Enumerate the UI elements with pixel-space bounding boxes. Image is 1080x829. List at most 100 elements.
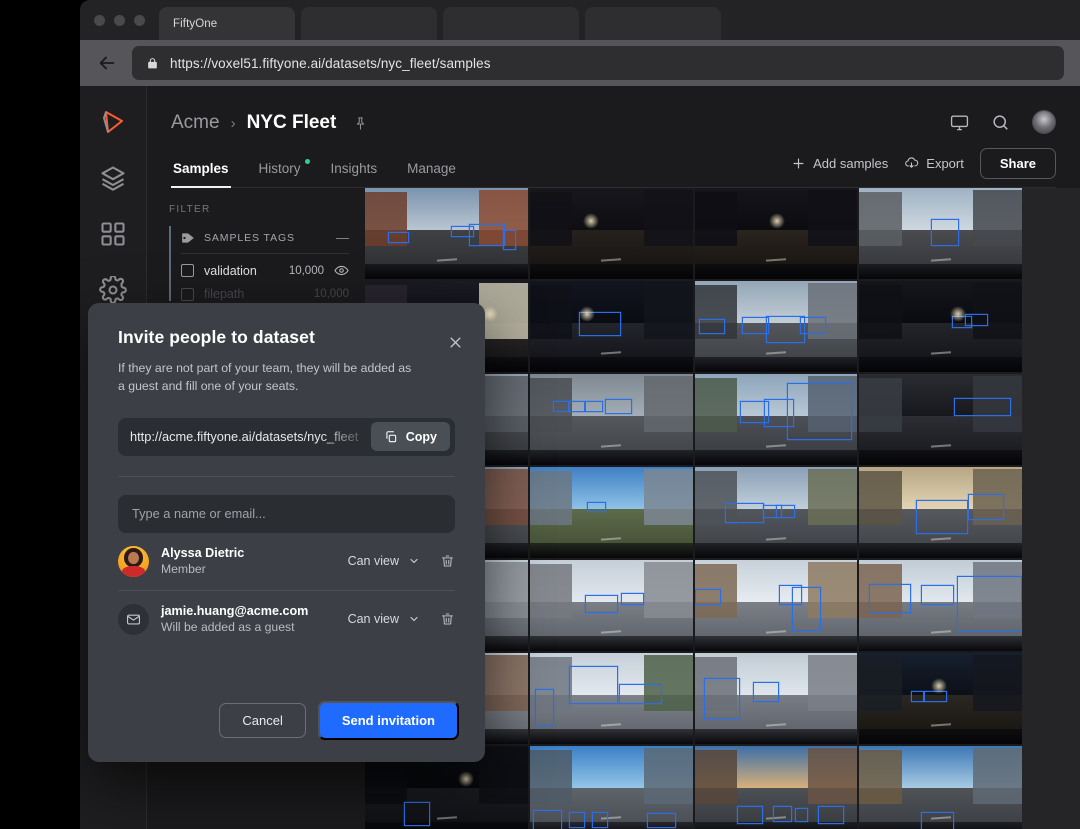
detection-bounding-box[interactable] xyxy=(404,802,431,827)
cancel-button[interactable]: Cancel xyxy=(219,703,306,738)
share-button[interactable]: Share xyxy=(979,148,1056,179)
sample-cell[interactable] xyxy=(694,560,858,651)
role-dropdown[interactable]: Can view xyxy=(348,612,420,626)
window-controls[interactable] xyxy=(90,0,159,40)
sample-cell[interactable] xyxy=(529,467,693,558)
group-header[interactable]: SAMPLES TAGS — xyxy=(181,226,349,254)
detection-bounding-box[interactable] xyxy=(956,576,1022,631)
role-dropdown[interactable]: Can view xyxy=(348,554,420,568)
sample-cell[interactable] xyxy=(529,653,693,744)
export-button[interactable]: Export xyxy=(904,156,964,171)
tab-manage[interactable]: Manage xyxy=(405,154,458,187)
invite-input[interactable]: Type a name or email... xyxy=(118,494,455,533)
sample-cell[interactable] xyxy=(859,653,1022,744)
detection-bounding-box[interactable] xyxy=(387,231,409,243)
detection-bounding-box[interactable] xyxy=(818,806,845,825)
copy-button[interactable]: Copy xyxy=(370,422,450,452)
collapse-icon[interactable]: — xyxy=(336,230,349,245)
detection-bounding-box[interactable] xyxy=(534,689,555,726)
sample-cell[interactable] xyxy=(694,467,858,558)
detection-bounding-box[interactable] xyxy=(792,587,822,631)
share-link-text[interactable]: http://acme.fiftyone.ai/datasets/nyc_fle… xyxy=(118,429,371,444)
layers-icon[interactable] xyxy=(99,164,127,192)
tab-insights[interactable]: Insights xyxy=(329,154,380,187)
browser-tab-2[interactable] xyxy=(443,7,579,40)
detection-bounding-box[interactable] xyxy=(704,678,741,719)
detection-bounding-box[interactable] xyxy=(930,218,959,247)
sample-cell[interactable] xyxy=(859,560,1022,651)
sample-cell[interactable] xyxy=(694,746,858,829)
sample-cell[interactable] xyxy=(365,188,528,279)
detection-bounding-box[interactable] xyxy=(591,811,608,828)
sample-cell[interactable] xyxy=(529,746,693,829)
detection-bounding-box[interactable] xyxy=(604,399,633,415)
sample-cell[interactable] xyxy=(859,374,1022,465)
add-samples-button[interactable]: Add samples xyxy=(791,156,888,171)
search-icon[interactable] xyxy=(991,113,1010,132)
detection-bounding-box[interactable] xyxy=(585,594,618,613)
detection-bounding-box[interactable] xyxy=(787,383,853,440)
detection-bounding-box[interactable] xyxy=(619,683,662,704)
detection-bounding-box[interactable] xyxy=(953,397,1011,416)
breadcrumb-org[interactable]: Acme xyxy=(171,112,220,134)
sample-cell[interactable] xyxy=(694,374,858,465)
detection-bounding-box[interactable] xyxy=(699,319,726,334)
detection-bounding-box[interactable] xyxy=(586,501,607,513)
back-arrow-icon[interactable] xyxy=(96,52,118,74)
sample-cell[interactable] xyxy=(859,467,1022,558)
sample-cell[interactable] xyxy=(529,281,693,372)
avatar[interactable] xyxy=(1032,110,1056,134)
detection-bounding-box[interactable] xyxy=(585,401,603,413)
detection-bounding-box[interactable] xyxy=(620,592,644,606)
browser-tab-3[interactable] xyxy=(585,7,721,40)
detection-bounding-box[interactable] xyxy=(552,401,569,413)
gear-icon[interactable] xyxy=(99,276,127,304)
detection-bounding-box[interactable] xyxy=(775,505,796,518)
sample-cell[interactable] xyxy=(694,281,858,372)
detection-bounding-box[interactable] xyxy=(753,682,780,703)
detection-bounding-box[interactable] xyxy=(965,313,988,327)
sample-cell[interactable] xyxy=(694,188,858,279)
tab-samples[interactable]: Samples xyxy=(171,154,231,188)
detection-bounding-box[interactable] xyxy=(795,807,809,823)
detection-bounding-box[interactable] xyxy=(503,229,517,250)
detection-bounding-box[interactable] xyxy=(469,224,505,247)
sample-cell[interactable] xyxy=(529,374,693,465)
sample-cell[interactable] xyxy=(529,188,693,279)
window-close-dot[interactable] xyxy=(94,14,105,26)
window-minimize-dot[interactable] xyxy=(114,14,125,26)
detection-bounding-box[interactable] xyxy=(772,806,793,823)
detection-bounding-box[interactable] xyxy=(568,665,618,704)
detection-bounding-box[interactable] xyxy=(911,691,925,703)
sample-cell[interactable] xyxy=(529,560,693,651)
detection-bounding-box[interactable] xyxy=(568,401,586,413)
detection-bounding-box[interactable] xyxy=(646,813,677,828)
monitor-icon[interactable] xyxy=(950,113,969,132)
sample-cell[interactable] xyxy=(859,188,1022,279)
voxel51-logo-icon[interactable] xyxy=(99,108,127,136)
detection-bounding-box[interactable] xyxy=(568,811,586,828)
trash-icon[interactable] xyxy=(440,553,455,569)
detection-bounding-box[interactable] xyxy=(869,583,912,613)
detection-bounding-box[interactable] xyxy=(533,809,563,829)
pin-icon[interactable] xyxy=(353,115,368,132)
detection-bounding-box[interactable] xyxy=(921,585,954,606)
detection-bounding-box[interactable] xyxy=(725,503,765,524)
detection-bounding-box[interactable] xyxy=(800,317,827,334)
sample-cell[interactable] xyxy=(694,653,858,744)
window-maximize-dot[interactable] xyxy=(134,14,145,26)
close-icon[interactable] xyxy=(448,335,463,350)
detection-bounding-box[interactable] xyxy=(921,811,954,829)
filter-row-validation[interactable]: validation 10,000 xyxy=(181,254,349,278)
url-input[interactable]: https://voxel51.fiftyone.ai/datasets/nyc… xyxy=(132,46,1064,80)
detection-bounding-box[interactable] xyxy=(968,494,1005,520)
filter-row-filepath[interactable]: filepath 10,000 xyxy=(181,278,349,301)
detection-bounding-box[interactable] xyxy=(694,589,721,606)
grid-icon[interactable] xyxy=(99,220,127,248)
trash-icon[interactable] xyxy=(440,611,455,627)
grid-scroll-gutter[interactable] xyxy=(1022,188,1080,829)
sample-cell[interactable] xyxy=(859,746,1022,829)
send-invitation-button[interactable]: Send invitation xyxy=(317,701,459,740)
checkbox[interactable] xyxy=(181,264,194,277)
eye-icon[interactable] xyxy=(334,263,349,278)
